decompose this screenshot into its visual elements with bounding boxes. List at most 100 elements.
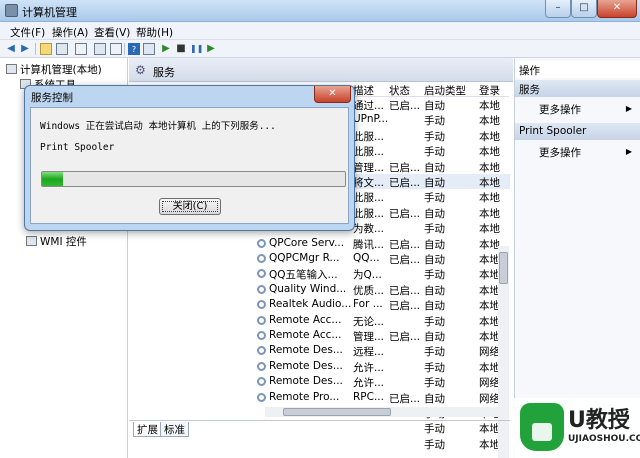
service-startup-cell: 手动 xyxy=(424,346,445,359)
service-name-cell: QPCore Serv... xyxy=(269,236,345,249)
table-row[interactable]: Remote Des... 允许... 手动 本地 xyxy=(257,359,510,374)
actions-section-print-spooler[interactable]: Print Spooler xyxy=(515,123,640,140)
service-desc-cell: 远程... xyxy=(353,346,385,359)
service-desc-cell: 允许... xyxy=(353,361,385,374)
service-startup-cell: 自动 xyxy=(424,100,445,112)
start-service-icon[interactable]: ▶ xyxy=(160,43,172,55)
restart-service-icon[interactable]: ▶ xyxy=(205,43,217,55)
col-startup-type[interactable]: 启动类型 xyxy=(424,83,466,98)
watermark-brand: U教授 xyxy=(568,408,630,433)
col-status[interactable]: 状态 xyxy=(389,83,410,98)
toolbar-separator xyxy=(124,43,125,55)
service-logon-cell: 本地 xyxy=(479,284,500,297)
service-logon-cell: 本地 xyxy=(479,361,500,374)
service-desc-cell: 此服... xyxy=(353,130,385,143)
service-name-cell: QQPCMgr R... xyxy=(269,252,340,264)
menu-action[interactable]: 操作(A) xyxy=(52,25,88,40)
table-row[interactable]: 手动 本地 xyxy=(265,436,510,451)
wmi-icon xyxy=(26,236,37,246)
actions-section-services[interactable]: 服务 xyxy=(515,80,640,97)
table-row[interactable]: QPCore Serv... 腾讯... 已启... 自动 本地 xyxy=(257,236,510,251)
table-row[interactable]: Remote Des... 远程... 手动 网络 xyxy=(257,343,510,359)
horizontal-scroll-thumb[interactable] xyxy=(283,408,391,416)
service-logon-cell: 本地 xyxy=(479,438,500,451)
table-row[interactable]: Quality Wind... 优质... 已启... 自动 本地 xyxy=(257,282,510,297)
service-name-cell: Remote Acc... xyxy=(269,313,342,326)
more-actions-print-spooler[interactable]: 更多操作 xyxy=(539,145,581,160)
folder-up-icon[interactable] xyxy=(40,43,52,55)
vertical-scroll-thumb[interactable] xyxy=(499,252,508,284)
table-row[interactable]: Remote Acc... 管理... 已启... 自动 本地 xyxy=(257,328,510,343)
toolbar-separator xyxy=(35,43,36,55)
back-icon[interactable]: ◀ xyxy=(5,43,17,55)
submenu-arrow-icon: ▶ xyxy=(625,147,632,156)
service-logon-cell: 本地 xyxy=(479,100,500,112)
table-row[interactable]: Remote Acc... 无论... 手动 本地 xyxy=(257,313,510,328)
service-status-cell: 已启... xyxy=(389,284,421,297)
more-actions-services[interactable]: 更多操作 xyxy=(539,102,581,117)
service-name-cell: Remote Des... xyxy=(269,344,343,357)
show-hide-tree-icon[interactable] xyxy=(56,43,68,55)
table-row[interactable]: Realtek Audio... For ... 已启... 自动 本地 xyxy=(257,297,510,313)
service-status-cell: 已启... xyxy=(389,177,421,189)
service-startup-cell: 自动 xyxy=(424,300,445,313)
service-name-cell: Realtek Audio... xyxy=(269,298,352,311)
service-startup-cell: 自动 xyxy=(424,392,445,405)
menu-view[interactable]: 查看(V) xyxy=(94,25,130,40)
service-name-cell: Remote Pro... xyxy=(269,390,340,403)
minimize-button[interactable]: – xyxy=(545,0,571,18)
table-row[interactable]: QQPCMgr R... QQ... 已启... 自动 本地 xyxy=(257,251,510,266)
help-icon[interactable]: ? xyxy=(128,43,140,55)
refresh-icon[interactable] xyxy=(110,43,122,55)
col-description[interactable]: 描述 xyxy=(353,83,374,98)
service-desc-cell: 优质... xyxy=(353,284,385,297)
service-startup-cell: 手动 xyxy=(424,361,445,374)
toolbar: ◀ ▶ ? ▶ ■ ❚❚ ▶ xyxy=(0,40,640,58)
service-startup-cell: 手动 xyxy=(424,377,445,390)
watermark: U教授 UJIAOSHOU.COM xyxy=(510,398,640,458)
tab-standard[interactable]: 标准 xyxy=(160,422,189,437)
services-gear-icon: ⚙ xyxy=(135,63,146,77)
service-startup-cell: 自动 xyxy=(424,284,445,297)
stop-service-icon[interactable]: ■ xyxy=(175,43,187,55)
service-logon-cell: 本地 xyxy=(479,130,500,143)
service-name-cell: Remote Des... xyxy=(269,359,343,372)
dialog-close-button[interactable]: 关闭(C) xyxy=(159,198,221,215)
maximize-button[interactable]: □ xyxy=(571,0,597,18)
menu-help[interactable]: 帮助(H) xyxy=(136,25,173,40)
tab-extended[interactable]: 扩展 xyxy=(133,422,162,437)
dialog-close-icon[interactable]: ✕ xyxy=(314,86,351,103)
close-window-button[interactable]: ✕ xyxy=(597,0,637,18)
pause-service-icon[interactable]: ❚❚ xyxy=(190,43,203,55)
service-name-cell: Remote Acc... xyxy=(269,329,342,341)
submenu-arrow-icon: ▶ xyxy=(625,104,632,113)
col-logon[interactable]: 登录 xyxy=(479,83,500,98)
service-status-cell: 已启... xyxy=(389,207,421,220)
service-desc-cell: 腾讯... xyxy=(353,238,385,251)
service-status-cell: 已启... xyxy=(389,254,421,266)
forward-icon[interactable]: ▶ xyxy=(19,43,31,55)
service-desc-cell: UPnP... xyxy=(353,113,389,126)
services-header: ⚙ 服务 xyxy=(129,58,513,82)
table-row[interactable]: QQ五笔输入... 为Q... 手动 本地 xyxy=(257,266,510,282)
service-logon-cell: 网络 xyxy=(479,346,500,359)
table-row[interactable]: Remote Des... 允许... 手动 网络 xyxy=(257,374,510,390)
service-gear-icon xyxy=(257,392,266,402)
service-gear-icon xyxy=(257,331,266,340)
console-icon[interactable] xyxy=(143,43,155,55)
service-gear-icon xyxy=(257,361,266,371)
tree-item-wmi[interactable]: WMI 控件 xyxy=(6,234,87,249)
menu-bar: 文件(F) 操作(A) 查看(V) 帮助(H) xyxy=(0,22,640,40)
service-logon-cell: 本地 xyxy=(479,269,500,282)
properties-icon[interactable] xyxy=(94,43,106,55)
menu-file[interactable]: 文件(F) xyxy=(10,25,45,40)
horizontal-scrollbar[interactable] xyxy=(265,407,501,417)
service-logon-cell: 本地 xyxy=(479,315,500,328)
tree-item-label: WMI 控件 xyxy=(40,236,87,248)
tree-root[interactable]: 计算机管理(本地) xyxy=(6,62,102,77)
service-desc-cell: 管理... xyxy=(353,331,385,343)
export-list-icon[interactable] xyxy=(75,43,87,55)
service-gear-icon xyxy=(257,238,266,248)
table-row[interactable]: Remote Pro... RPC... 已启... 自动 网络 xyxy=(257,390,510,405)
service-startup-cell: 自动 xyxy=(424,238,445,251)
